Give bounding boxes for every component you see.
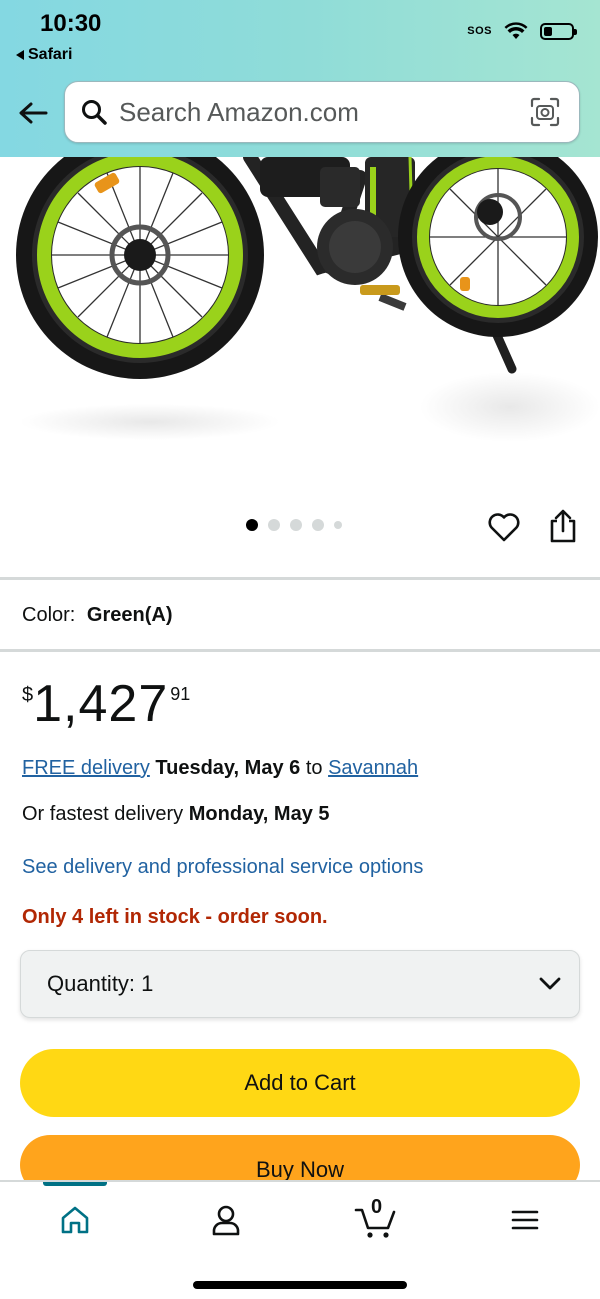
search-bar[interactable] (64, 81, 580, 143)
battery-icon (540, 22, 577, 40)
image-carousel-dots[interactable] (246, 519, 342, 531)
chevron-down-icon (539, 977, 561, 990)
color-value: Green(A) (86, 604, 173, 626)
nav-active-indicator (43, 1182, 107, 1186)
back-app-label: Safari (28, 46, 73, 63)
product-image[interactable] (0, 157, 600, 457)
heart-icon[interactable] (487, 510, 521, 544)
bottom-nav: 0 (0, 1180, 600, 1299)
carousel-dot-5[interactable] (334, 521, 342, 529)
fastest-delivery-info: Or fastest delivery Monday, May 5 (22, 803, 330, 826)
delivery-to-text: to (305, 757, 323, 779)
carousel-dot-2[interactable] (268, 519, 280, 531)
color-selector: Color: Green(A) (22, 604, 173, 627)
share-icon[interactable] (547, 508, 579, 544)
delivery-info: FREE delivery Tuesday, May 6 to Savannah (22, 757, 418, 780)
free-delivery-link[interactable]: FREE delivery (22, 757, 150, 779)
product-price: $ 1,427 91 (22, 676, 190, 732)
carousel-dot-1[interactable] (246, 519, 258, 531)
quantity-value: 1 (141, 971, 154, 996)
add-to-cart-button[interactable]: Add to Cart (20, 1049, 580, 1117)
price-currency: $ (22, 684, 34, 706)
top-header: 10:30 Safari SOS (0, 0, 600, 157)
cart-count-badge: 0 (371, 1196, 383, 1218)
color-label: Color: (22, 604, 76, 626)
price-fraction: 91 (170, 684, 191, 704)
divider (0, 649, 600, 652)
nav-cart[interactable]: 0 (354, 1196, 398, 1242)
delivery-location-link[interactable]: Savannah (328, 757, 418, 779)
menu-icon (511, 1210, 539, 1230)
nav-account[interactable] (204, 1198, 248, 1242)
carousel-dot-3[interactable] (290, 519, 302, 531)
back-arrow-icon[interactable] (16, 96, 50, 130)
wifi-icon (504, 22, 528, 39)
delivery-options-link[interactable]: See delivery and professional service op… (22, 856, 423, 879)
camera-search-icon[interactable] (525, 92, 565, 132)
quantity-text: Quantity: 1 (47, 971, 153, 997)
home-indicator (193, 1281, 407, 1289)
nav-menu[interactable] (503, 1198, 547, 1242)
account-icon (212, 1205, 240, 1236)
nav-home[interactable] (53, 1198, 97, 1242)
back-to-app-button[interactable]: Safari (16, 46, 72, 64)
fastest-delivery-prefix: Or fastest delivery (22, 803, 184, 825)
fastest-delivery-date: Monday, May 5 (188, 803, 330, 825)
divider (0, 577, 600, 580)
back-triangle-icon (16, 50, 24, 60)
sos-indicator: SOS (467, 25, 492, 37)
delivery-date: Tuesday, May 6 (155, 757, 301, 779)
status-indicators: SOS (467, 22, 577, 40)
search-icon (82, 100, 107, 125)
price-whole: 1,427 (33, 675, 169, 733)
search-input[interactable] (119, 96, 525, 128)
status-time: 10:30 (40, 10, 102, 37)
quantity-label: Quantity: (47, 971, 136, 996)
stock-message: Only 4 left in stock - order soon. (22, 906, 328, 928)
quantity-dropdown[interactable]: Quantity: 1 (20, 950, 580, 1018)
home-icon (61, 1206, 89, 1234)
carousel-dot-4[interactable] (312, 519, 324, 531)
